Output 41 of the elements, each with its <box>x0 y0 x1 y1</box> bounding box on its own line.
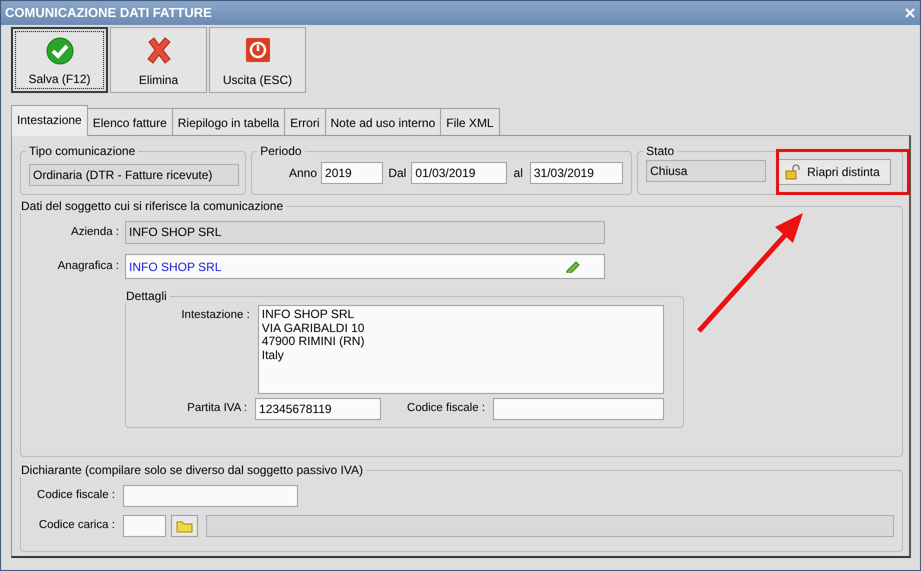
reopen-button[interactable]: Riapri distinta <box>778 159 891 185</box>
field-label: Azienda : <box>70 224 119 240</box>
tab[interactable]: File XML <box>440 108 500 136</box>
input-field[interactable]: 01/03/2019 <box>411 162 507 184</box>
readonly-field: INFO SHOP SRL <box>125 221 605 244</box>
group-label: Tipo comunicazione <box>28 144 136 158</box>
field-label: Anagrafica : <box>56 258 119 274</box>
toolbar-button[interactable]: Salva (F12) <box>11 27 108 93</box>
group-label: Dati del soggetto cui si riferisce la comunicazione <box>20 199 284 213</box>
tab[interactable]: Errori <box>284 108 326 136</box>
field-label: Anno <box>288 165 318 182</box>
field-label: Dal <box>387 165 408 182</box>
text-line: INFO SHOP SRL <box>262 308 356 322</box>
field-label: Intestazione : <box>180 308 250 323</box>
group-label: Dettagli <box>125 289 168 303</box>
group-label: Stato <box>645 144 676 158</box>
group-label: Dichiarante (compilare solo se diverso dal soggetto passivo IVA) <box>20 463 364 477</box>
text-line: 47900 RIMINI (RN) <box>262 335 366 348</box>
field-value: INFO SHOP SRL <box>129 258 222 276</box>
tab[interactable]: Note ad uso interno <box>324 108 442 136</box>
field-label: Partita IVA : <box>186 401 248 416</box>
input-field[interactable]: 31/03/2019 <box>530 162 624 184</box>
field-label: Codice fiscale : <box>36 488 115 504</box>
input-field[interactable]: 2019 <box>321 162 384 184</box>
tab[interactable]: Elenco fatture <box>86 108 173 136</box>
group-label: Periodo <box>259 144 303 158</box>
tab[interactable]: Riepilogo in tabella <box>172 108 286 136</box>
text-area[interactable]: INFO SHOP SRL VIA GARIBALDI 10 47900 RIMINI (RN) Italy <box>258 305 664 394</box>
input-field[interactable]: 12345678119 <box>255 398 382 420</box>
text-line: VIA GARIBALDI 10 <box>262 322 366 335</box>
text-line: Italy <box>262 348 285 362</box>
toolbar-button[interactable]: Elimina <box>110 27 207 93</box>
readonly-field: Ordinaria (DTR - Fatture ricevute) <box>29 164 239 186</box>
field-label: Codice fiscale : <box>406 401 486 416</box>
field-label: Codice carica : <box>38 518 115 534</box>
window-title: COMUNICAZIONE DATI FATTURE <box>5 4 212 22</box>
tab[interactable]: Intestazione <box>11 105 88 136</box>
toolbar-button[interactable]: Uscita (ESC) <box>209 27 306 93</box>
readonly-field: Chiusa <box>646 160 766 182</box>
input-field[interactable]: INFO SHOP SRL <box>125 254 605 279</box>
field-label: al <box>512 165 524 182</box>
